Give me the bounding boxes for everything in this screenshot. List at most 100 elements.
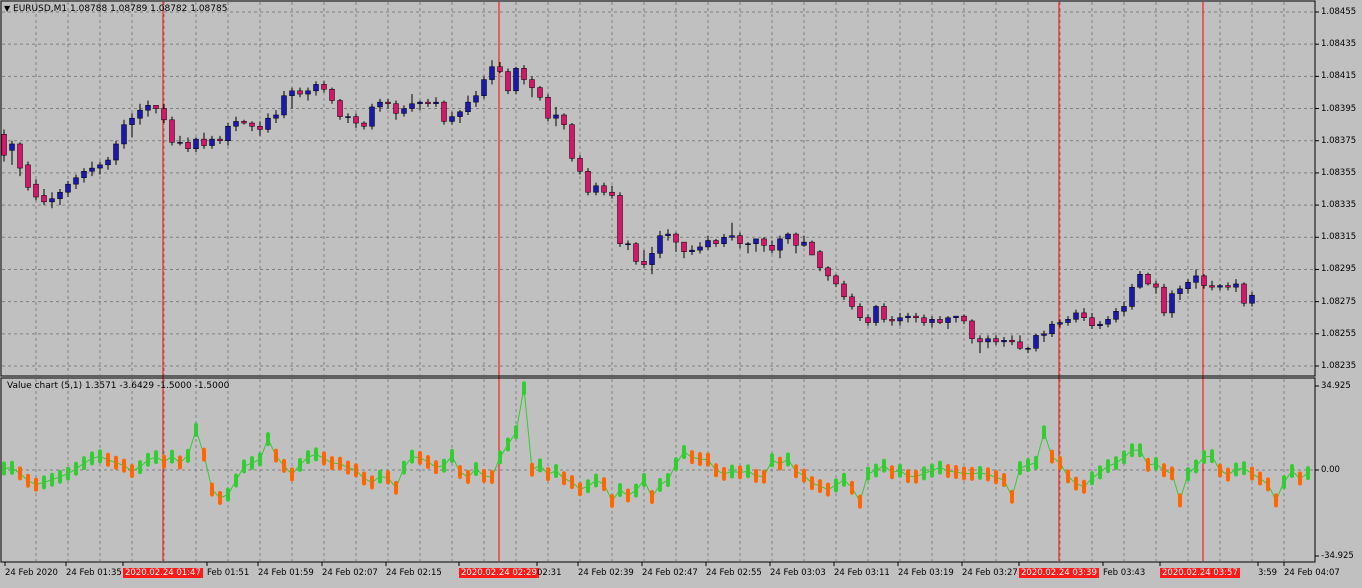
oscillator-series	[2, 381, 1310, 509]
osc-bar-up	[138, 460, 142, 475]
time-label: 24 Feb 03:03	[770, 568, 826, 578]
candle-bear	[769, 245, 775, 251]
osc-bar-down	[1002, 472, 1006, 487]
candle-bull	[777, 238, 783, 251]
candle-bear	[441, 101, 447, 122]
candle-bear	[241, 121, 247, 124]
candle-bear	[33, 183, 39, 198]
osc-bar-up	[642, 472, 646, 487]
candle-bull	[1097, 323, 1103, 327]
candle-bull	[89, 167, 95, 172]
osc-bar-up	[1234, 462, 1238, 477]
candle-bear	[585, 171, 591, 193]
candle-bear	[1017, 341, 1023, 349]
candlestick-series	[1, 60, 1255, 354]
osc-bar-up	[882, 458, 886, 473]
osc-bar-down	[106, 452, 110, 467]
osc-bar-down	[210, 482, 214, 497]
osc-bar-down	[1066, 469, 1070, 484]
osc-bar-up	[1138, 443, 1142, 458]
candle-bull	[1049, 323, 1055, 335]
osc-bar-down	[698, 452, 702, 467]
candle-bull	[1233, 283, 1239, 288]
candle-bear	[633, 243, 639, 262]
osc-bar-down	[754, 468, 758, 483]
osc-bar-up	[730, 464, 734, 479]
candle-bear	[1241, 283, 1247, 304]
dropdown-arrow-icon[interactable]: ▼	[4, 4, 10, 13]
chart-window[interactable]: ▼ EURUSD,M1 1.08788 1.08789 1.08782 1.08…	[0, 0, 1362, 584]
candle-bear	[393, 103, 399, 114]
osc-bar-up	[474, 462, 478, 477]
osc-bar-up	[634, 483, 638, 498]
candle-bull	[281, 95, 287, 116]
osc-bar-down	[738, 465, 742, 480]
candle-bear	[969, 320, 975, 339]
candle-bull	[721, 237, 727, 244]
osc-bar-down	[1266, 477, 1270, 492]
candle-bear	[841, 283, 847, 298]
price-tick-label: 1.08295	[1321, 264, 1357, 275]
candle-bear	[993, 338, 999, 343]
osc-bar-up	[1210, 449, 1214, 464]
candle-bull	[9, 143, 15, 151]
osc-bar-down	[370, 475, 374, 490]
chart-canvas[interactable]	[0, 0, 1362, 584]
osc-bar-up	[938, 460, 942, 475]
osc-bar-down	[546, 467, 550, 482]
osc-bar-up	[618, 482, 622, 497]
osc-bar-up	[898, 463, 902, 478]
signal-lines	[162, 2, 1204, 561]
osc-bar-down	[650, 490, 654, 505]
candle-bull	[481, 79, 487, 96]
candle-bear	[793, 233, 799, 246]
osc-bar-up	[58, 469, 62, 484]
osc-bar-down	[1010, 489, 1014, 504]
osc-bar-up	[498, 450, 502, 465]
candle-bull	[457, 111, 463, 117]
candle-bull	[1249, 294, 1255, 304]
osc-bar-down	[482, 468, 486, 483]
candle-bear	[1009, 340, 1015, 343]
price-tick-label: 1.08275	[1321, 296, 1357, 307]
candle-bear	[1153, 283, 1159, 288]
osc-bar-up	[922, 466, 926, 481]
osc-bar-down	[994, 470, 998, 485]
time-label: 24 Feb 02:39	[578, 568, 634, 578]
candle-bull	[1129, 286, 1135, 307]
candle-bear	[321, 84, 327, 90]
time-label: 24 Feb 01:59	[258, 568, 314, 578]
osc-bar-down	[810, 476, 814, 491]
candle-bull	[1137, 274, 1143, 288]
candle-bull	[625, 243, 631, 245]
osc-bar-down	[1058, 455, 1062, 470]
osc-bar-down	[906, 469, 910, 484]
candle-bull	[1105, 319, 1111, 325]
osc-bar-up	[786, 452, 790, 467]
candle-bear	[425, 101, 431, 104]
osc-bar-up	[450, 448, 454, 463]
candle-bull	[177, 142, 183, 144]
osc-bar-down	[178, 455, 182, 470]
osc-bar-up	[842, 472, 846, 487]
candle-bull	[121, 124, 127, 145]
osc-bar-down	[1074, 476, 1078, 491]
candle-bear	[961, 315, 967, 322]
candle-bear	[353, 116, 359, 124]
candle-bull	[1065, 319, 1071, 323]
osc-bar-down	[122, 458, 126, 473]
candle-bull	[137, 109, 143, 119]
candle-bull	[369, 106, 375, 127]
osc-bar-up	[234, 473, 238, 488]
time-label: 24 Feb 02:07	[322, 568, 378, 578]
candle-bull	[1217, 285, 1223, 288]
candle-bear	[153, 105, 159, 109]
price-tick-label: 1.08455	[1321, 7, 1357, 17]
osc-bar-down	[1218, 463, 1222, 478]
candle-bull	[697, 246, 703, 251]
osc-bar-up	[410, 449, 414, 464]
candle-bear	[257, 125, 263, 130]
candle-bear	[977, 338, 983, 343]
candle-bull	[73, 177, 79, 185]
time-label-highlight: 2020.02.24 01:47	[123, 568, 203, 578]
